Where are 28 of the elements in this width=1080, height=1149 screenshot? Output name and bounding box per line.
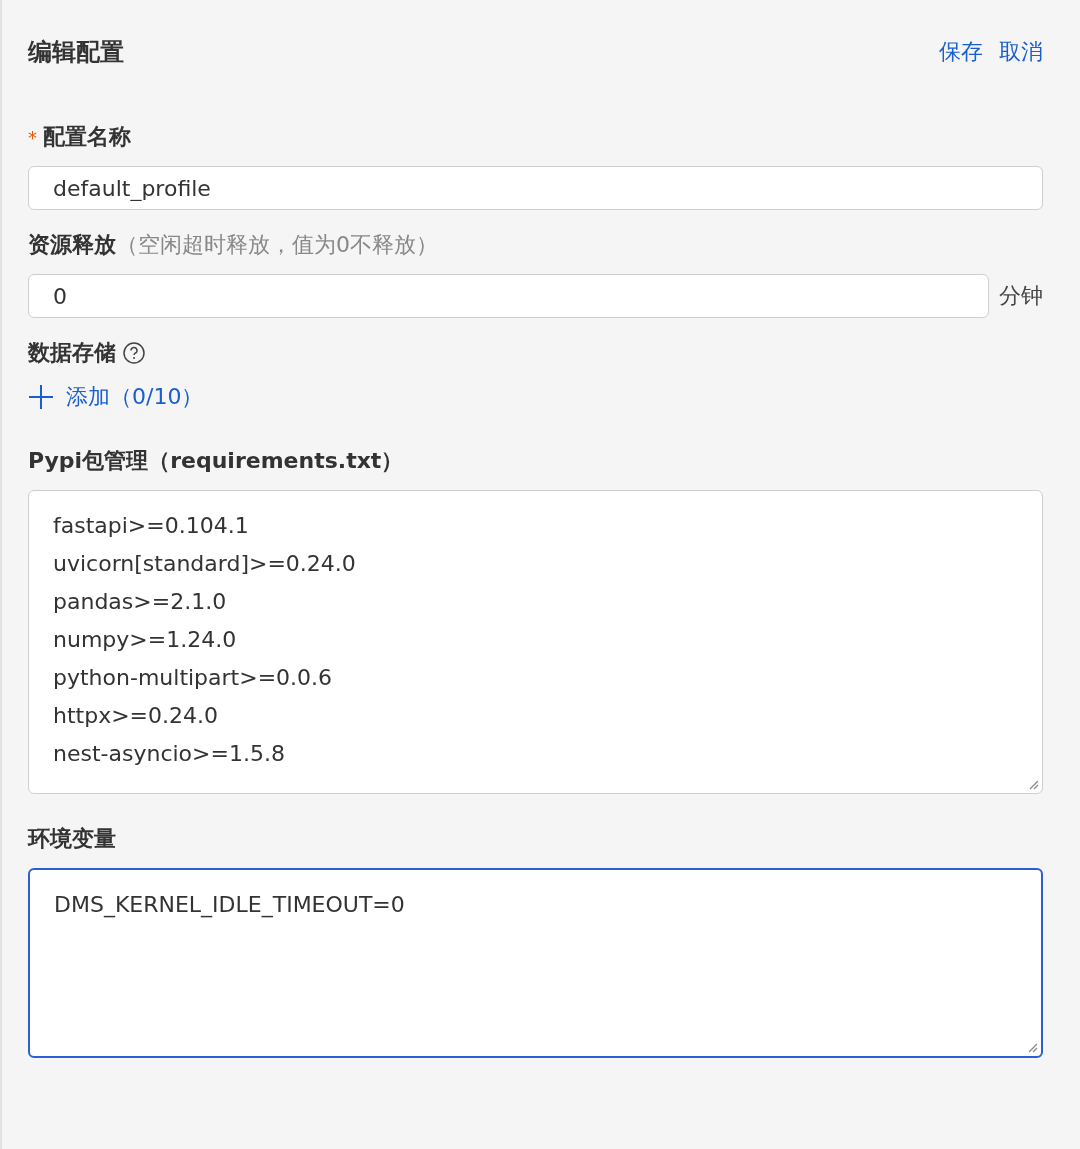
text-area[interactable]: DMS_KERNEL_IDLE_TIMEOUT=0 bbox=[28, 868, 1043, 1058]
save-button[interactable]: 保存 bbox=[939, 37, 983, 67]
cancel-button[interactable]: 取消 bbox=[999, 37, 1043, 67]
unit-label: 分钟 bbox=[999, 282, 1043, 310]
text-line: fastapi>=0.104.1 bbox=[53, 512, 249, 540]
field-label: 数据存储 bbox=[28, 339, 116, 367]
text-line: python-multipart>=0.0.6 bbox=[53, 664, 333, 692]
field-label: Pypi包管理（requirements.txt） bbox=[28, 447, 404, 475]
field-hint: （空闲超时释放，值为0不释放） bbox=[116, 231, 438, 259]
plus-icon bbox=[28, 384, 54, 410]
required-mark: * bbox=[28, 126, 37, 148]
text-area[interactable]: fastapi>=0.104.1 uvicorn[standard]>=0.24.0 pandas>=2.1.0 numpy>=1.24.0 python-multipart>=0.0.6 httpx>=0.24.0 nest-asyncio>=1.5.8 bbox=[28, 490, 1043, 794]
field-label: 环境变量 bbox=[28, 825, 116, 853]
help-icon[interactable] bbox=[122, 341, 146, 365]
panel-title: 编辑配置 bbox=[28, 37, 124, 68]
text-line: httpx>=0.24.0 bbox=[53, 702, 219, 730]
text-field[interactable]: 0 bbox=[28, 274, 989, 318]
text-line: DMS_KERNEL_IDLE_TIMEOUT=0 bbox=[54, 891, 405, 919]
text-line: pandas>=2.1.0 bbox=[53, 588, 227, 616]
text-line: uvicorn[standard]>=0.24.0 bbox=[53, 550, 356, 578]
field-label: 资源释放 bbox=[28, 231, 116, 259]
text-line: nest-asyncio>=1.5.8 bbox=[53, 740, 285, 768]
resize-grip-icon[interactable] bbox=[1026, 1041, 1038, 1053]
add-button[interactable]: 添加（0/10） bbox=[28, 382, 204, 412]
text-field[interactable]: default_profile bbox=[28, 166, 1043, 210]
field-label: 配置名称 bbox=[43, 123, 131, 151]
resize-grip-icon[interactable] bbox=[1027, 778, 1039, 790]
text-line: numpy>=1.24.0 bbox=[53, 626, 237, 654]
